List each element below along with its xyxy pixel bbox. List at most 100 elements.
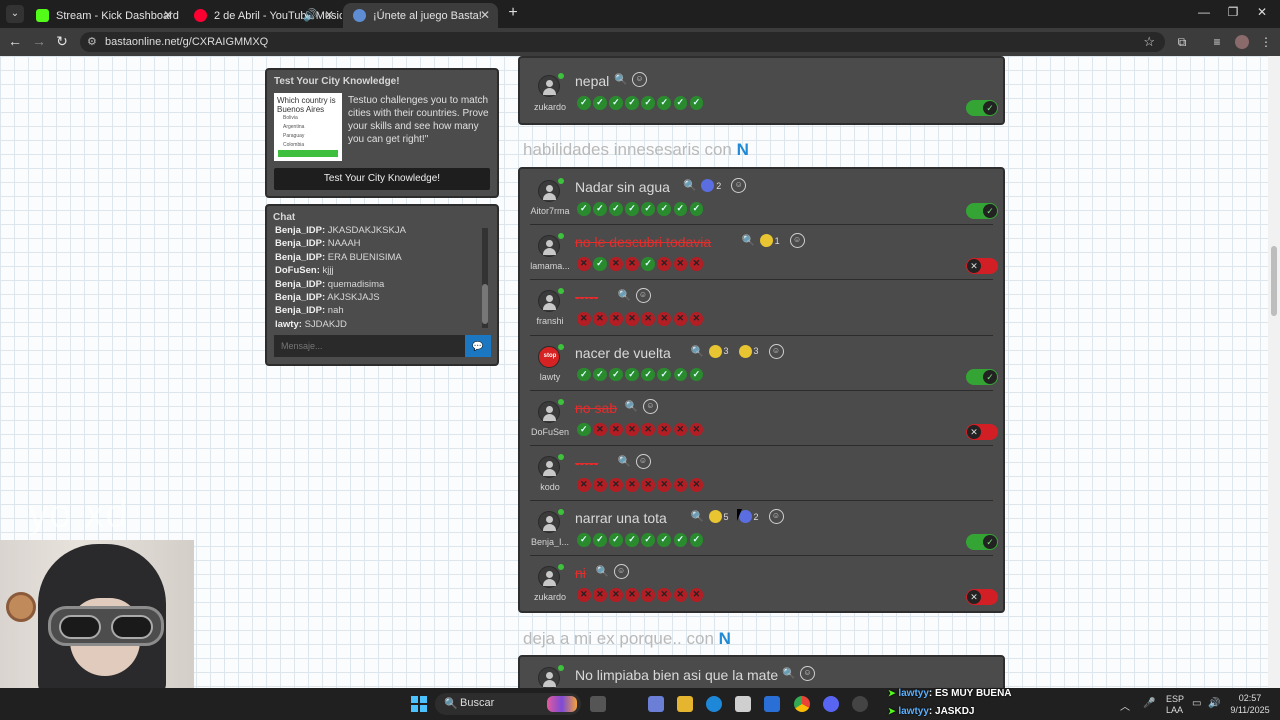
- site-info-icon[interactable]: ⚙: [87, 35, 97, 48]
- vote-approve-icon: ✓: [593, 96, 607, 110]
- ad-cta-button[interactable]: Test Your City Knowledge!: [274, 168, 490, 190]
- validity-toggle[interactable]: ✕: [966, 423, 998, 440]
- validity-toggle[interactable]: ✕: [966, 589, 998, 606]
- bookmark-star-icon[interactable]: ☆: [1143, 34, 1155, 50]
- vote-reject-icon: ✕: [625, 422, 639, 437]
- add-reaction-icon[interactable]: ☺: [731, 178, 747, 193]
- like-badge[interactable]: 2: [701, 179, 721, 192]
- extensions-icon[interactable]: ⧉: [1175, 35, 1189, 49]
- taskbar-search[interactable]: 🔍 Buscar: [435, 693, 581, 715]
- prev-category-card: zukardo nepal 🔍 ☺ ✓ ✓ ✓ ✓ ✓ ✓ ✓ ✓ ✓: [518, 56, 1005, 125]
- tab-youtube-music[interactable]: 2 de Abril - YouTube Music 🔊 ✕: [184, 3, 342, 28]
- online-indicator: [558, 509, 564, 516]
- add-reaction-icon[interactable]: ☺: [768, 343, 784, 359]
- close-icon[interactable]: ✕: [324, 8, 334, 22]
- coin-badge[interactable]: 3: [738, 344, 759, 358]
- network-icon[interactable]: ▭: [1192, 698, 1201, 709]
- tab-kick-dashboard[interactable]: Stream - Kick Dashboard ✕: [26, 3, 181, 28]
- page-scroll-thumb[interactable]: [1271, 246, 1277, 316]
- search-icon[interactable]: 🔍: [691, 345, 705, 358]
- vote-reject-icon: ✕: [657, 257, 671, 271]
- validity-toggle[interactable]: ✕: [966, 258, 998, 275]
- emoji-icon: [708, 510, 722, 524]
- coin-badge[interactable]: 3: [708, 344, 729, 358]
- volume-icon[interactable]: 🔊: [1208, 698, 1220, 709]
- validity-toggle[interactable]: ✓: [966, 534, 998, 551]
- edge-icon[interactable]: [706, 696, 722, 712]
- search-icon[interactable]: 🔍: [625, 400, 639, 413]
- reload-icon[interactable]: ↻: [53, 33, 71, 50]
- overlay-chat-message: ➤ lawtyy: JASKDJ: [888, 702, 1038, 720]
- close-icon[interactable]: ✕: [480, 8, 490, 22]
- profile-avatar[interactable]: [1235, 35, 1249, 49]
- send-message-button[interactable]: 💬: [465, 335, 491, 357]
- coin-badge[interactable]: 1: [759, 234, 780, 248]
- clock-time[interactable]: 02:57: [1230, 693, 1270, 703]
- chat-message: Benja_IDP: ERA BUENISIMA: [275, 252, 485, 265]
- ad-thumb-option: Paraguay: [283, 133, 305, 139]
- search-icon[interactable]: 🔍: [596, 565, 610, 578]
- search-icon[interactable]: 🔍: [683, 179, 697, 192]
- close-window-icon[interactable]: ✕: [1252, 5, 1272, 19]
- vote-approve-icon: ✓: [593, 367, 607, 382]
- add-reaction-icon[interactable]: ☺: [632, 72, 647, 87]
- close-icon: ✕: [967, 590, 981, 605]
- add-reaction-icon[interactable]: ☺: [642, 398, 658, 414]
- overlay-chat-user: lawtyy: [898, 688, 929, 699]
- vote-approve-icon: ✓: [625, 202, 639, 216]
- search-icon[interactable]: 🔍: [782, 667, 796, 680]
- validity-toggle[interactable]: ✓: [966, 100, 998, 116]
- user-avatar: [538, 456, 560, 478]
- badge-count: 2: [716, 180, 722, 191]
- search-icon[interactable]: 🔍: [614, 73, 628, 86]
- answer-text: no sab: [575, 399, 618, 416]
- microphone-icon[interactable]: 🎤: [1143, 698, 1155, 709]
- file-explorer-icon[interactable]: [677, 696, 693, 712]
- add-reaction-icon[interactable]: ☺: [613, 564, 629, 580]
- app-icon[interactable]: [852, 696, 868, 712]
- add-reaction-icon[interactable]: ☺: [635, 454, 651, 469]
- category-heading: deja a mi ex porque.. con N: [523, 629, 731, 649]
- tab-list-button[interactable]: ⌄: [6, 5, 24, 23]
- store-icon[interactable]: [735, 696, 751, 712]
- chat-message-input[interactable]: [274, 335, 465, 357]
- tab-basta[interactable]: ¡Únete al juego Basta! ✕: [343, 3, 498, 28]
- language-indicator[interactable]: ESP: [1166, 694, 1184, 704]
- chat-scroll-thumb[interactable]: [482, 284, 488, 324]
- close-icon[interactable]: ✕: [163, 8, 173, 22]
- search-icon[interactable]: 🔍: [742, 234, 756, 247]
- media-controls-icon[interactable]: ≡: [1210, 35, 1224, 49]
- back-icon[interactable]: ←: [6, 33, 24, 49]
- mail-icon[interactable]: [764, 696, 780, 712]
- chrome-icon[interactable]: [794, 696, 810, 712]
- task-view-icon[interactable]: [590, 696, 606, 712]
- emoji-icon: [708, 344, 722, 358]
- address-bar[interactable]: ⚙ bastaonline.net/g/CXRAIGMMXQ ☆: [80, 32, 1165, 52]
- add-reaction-icon[interactable]: ☺: [789, 233, 805, 249]
- menu-icon[interactable]: ⋮: [1259, 35, 1273, 49]
- chevron-up-icon[interactable]: ︿: [1120, 698, 1130, 713]
- validity-toggle[interactable]: ✓: [966, 368, 998, 385]
- windows-start-icon[interactable]: [411, 696, 427, 712]
- speaker-icon[interactable]: 🔊: [303, 8, 318, 22]
- chat-text: kjjj: [322, 265, 334, 277]
- chat-panel: Chat Benja_IDP: JKASDAKJKSKJA Benja_IDP:…: [265, 204, 499, 366]
- search-icon[interactable]: 🔍: [618, 289, 632, 302]
- ad-thumb-question: Which country is Buenos Aires: [277, 96, 336, 114]
- discord-icon[interactable]: [823, 696, 839, 712]
- restore-icon[interactable]: ❐: [1223, 5, 1243, 19]
- search-icon[interactable]: 🔍: [691, 510, 705, 523]
- minimize-icon[interactable]: —: [1194, 5, 1214, 19]
- add-reaction-icon[interactable]: ☺: [768, 509, 784, 525]
- forward-icon[interactable]: →: [30, 33, 48, 49]
- add-reaction-icon[interactable]: ☺: [635, 288, 651, 304]
- search-icon[interactable]: 🔍: [618, 455, 632, 468]
- chat-scrollbar[interactable]: [482, 228, 488, 328]
- ad-thumbnail[interactable]: Which country is Buenos Aires Bolivia Ar…: [274, 93, 342, 161]
- new-tab-button[interactable]: +: [505, 4, 521, 22]
- app-icon[interactable]: [648, 696, 664, 712]
- validity-toggle[interactable]: ✓: [966, 203, 998, 219]
- coin-badge[interactable]: 5: [708, 510, 729, 524]
- page-scrollbar[interactable]: [1268, 56, 1280, 688]
- add-reaction-icon[interactable]: ☺: [800, 666, 815, 681]
